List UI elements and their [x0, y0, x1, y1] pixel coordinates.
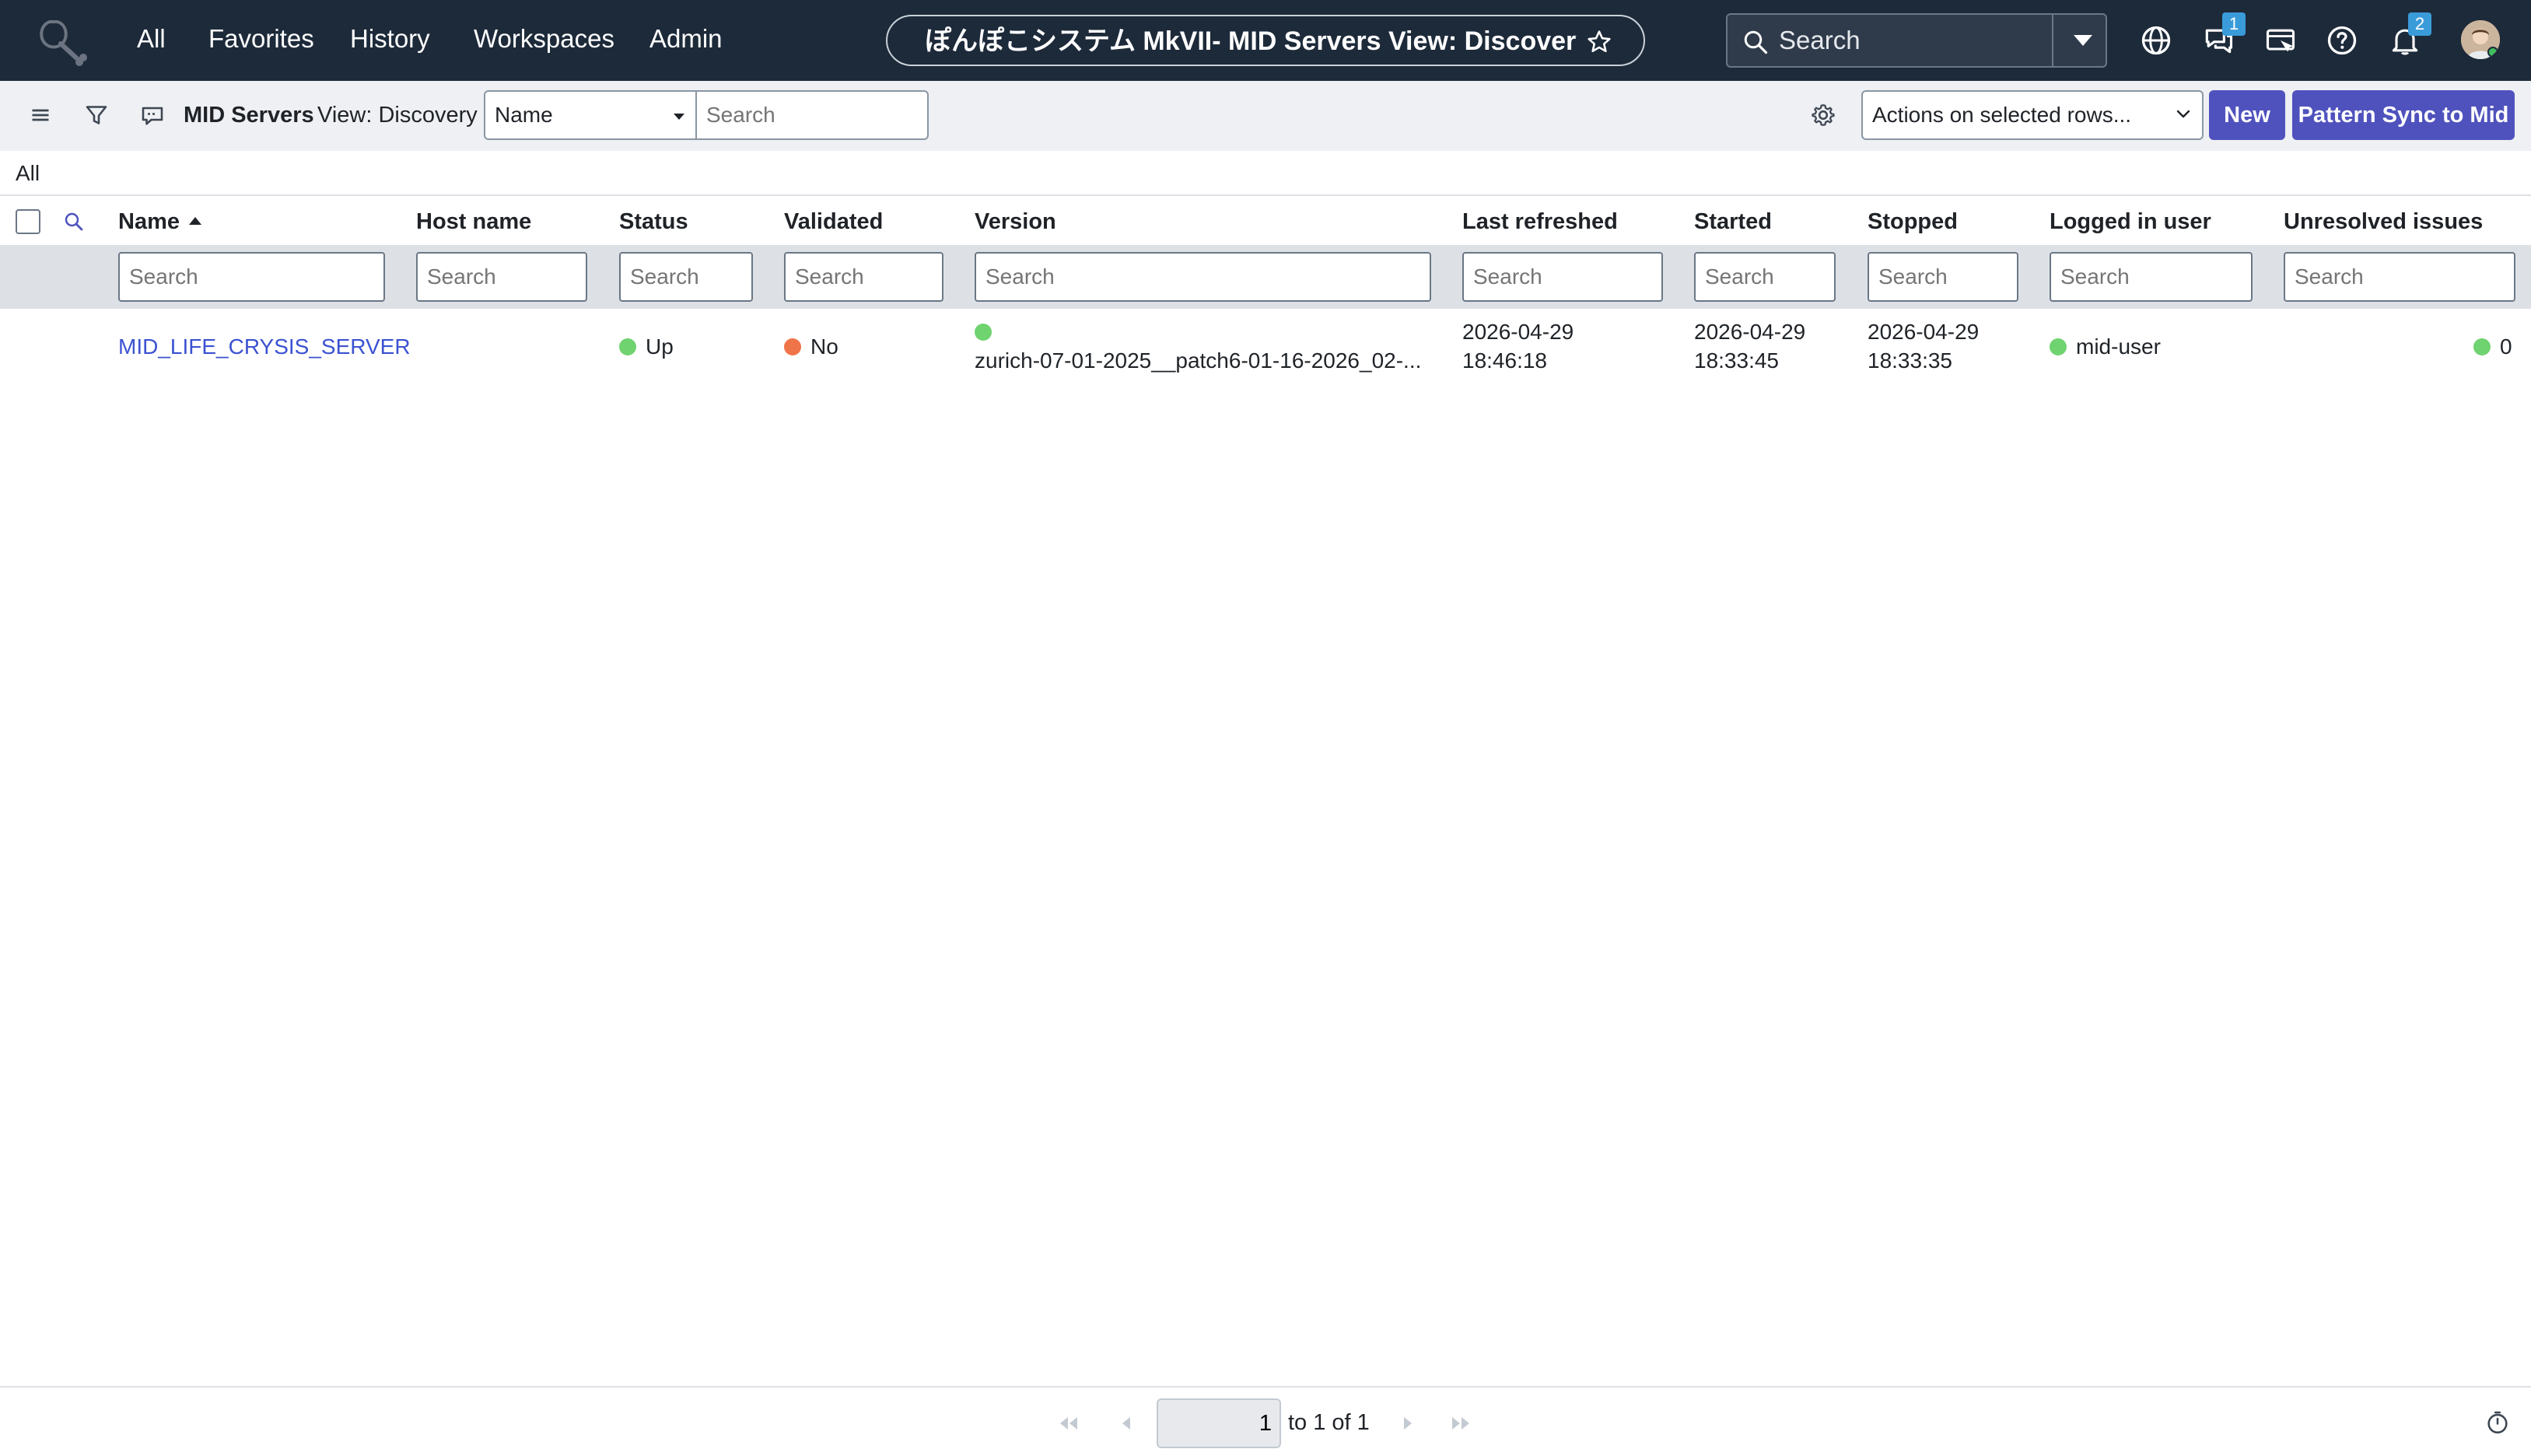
filter-last-refreshed-input[interactable]: [1462, 252, 1663, 302]
search-scope-dropdown-icon[interactable]: [2072, 32, 2094, 49]
cell-validated: No: [784, 332, 838, 361]
actions-on-selected-rows-select[interactable]: Actions on selected rows...: [1861, 90, 2204, 140]
comment-icon[interactable]: [138, 101, 166, 129]
column-header-host-name[interactable]: Host name: [416, 208, 531, 235]
select-all-checkbox[interactable]: [16, 209, 40, 234]
gear-icon[interactable]: [1809, 101, 1837, 129]
page-number-input[interactable]: [1157, 1398, 1281, 1448]
cell-version: zurich-07-01-2025__patch6-01-16-2026_02-…: [975, 317, 1437, 375]
column-header-validated[interactable]: Validated: [784, 208, 883, 235]
filter-host-name-input[interactable]: [416, 252, 587, 302]
top-navigation-bar: All Favorites History Workspaces Admin ぽ…: [0, 0, 2531, 81]
column-header-logged-in-user[interactable]: Logged in user: [2050, 208, 2211, 235]
user-avatar[interactable]: [2461, 20, 2500, 59]
list-toolbar: MID Servers View: Discovery Name Actions…: [0, 81, 2531, 151]
column-header-version[interactable]: Version: [975, 208, 1056, 235]
cell-last-refreshed: 2026-04-29 18:46:18: [1462, 317, 1574, 375]
validated-no-indicator: [784, 338, 801, 355]
cell-stopped: 2026-04-29 18:33:35: [1868, 317, 1979, 375]
first-page-icon[interactable]: [1057, 1414, 1080, 1433]
nav-favorites[interactable]: Favorites: [208, 23, 314, 54]
filter-name-input[interactable]: [118, 252, 385, 302]
last-refreshed-time: 18:46:18: [1462, 348, 1547, 373]
cell-name-link[interactable]: MID_LIFE_CRYSIS_SERVER: [118, 332, 411, 361]
cell-logged-in-user-label: mid-user: [2076, 334, 2161, 359]
favorite-star-icon[interactable]: [1586, 29, 1612, 55]
column-header-name-label: Name: [118, 209, 180, 234]
last-page-icon[interactable]: [1449, 1414, 1472, 1433]
nav-history[interactable]: History: [350, 23, 430, 54]
column-header-name[interactable]: Name: [118, 208, 201, 235]
global-search[interactable]: [1726, 13, 2214, 68]
cell-logged-in-user: mid-user: [2050, 332, 2161, 361]
pattern-sync-to-mid-button[interactable]: Pattern Sync to Mid: [2292, 90, 2515, 140]
status-up-indicator: [619, 338, 636, 355]
new-button[interactable]: New: [2209, 90, 2285, 140]
notification-badge: 2: [2408, 12, 2431, 36]
cell-version-label: zurich-07-01-2025__patch6-01-16-2026_02-…: [975, 348, 1422, 373]
search-divider: [2052, 15, 2053, 66]
started-time: 18:33:45: [1694, 348, 1779, 373]
screen-icon[interactable]: [2263, 23, 2298, 58]
filter-validated-input[interactable]: [784, 252, 943, 302]
online-status-dot: [2487, 47, 2498, 58]
pagination-footer: to 1 of 1: [0, 1386, 2531, 1456]
column-search-toggle-icon[interactable]: [62, 210, 86, 233]
chevron-down-icon: [2176, 110, 2190, 118]
last-refreshed-date: 2026-04-29: [1462, 320, 1574, 344]
caret-down-icon: [674, 114, 684, 120]
stopped-date: 2026-04-29: [1868, 320, 1980, 344]
chat-badge: 1: [2222, 12, 2246, 36]
actions-select-value: Actions on selected rows...: [1872, 103, 2132, 127]
cell-status: Up: [619, 332, 674, 361]
column-header-stopped[interactable]: Stopped: [1868, 208, 1958, 235]
page-title: ぽんぽこシステム MkVII- MID Servers View: Discov…: [925, 26, 1577, 56]
column-header-started[interactable]: Started: [1694, 208, 1772, 235]
column-header-status[interactable]: Status: [619, 208, 688, 235]
nav-admin[interactable]: Admin: [649, 23, 723, 54]
previous-page-icon[interactable]: [1115, 1414, 1139, 1433]
issues-indicator: [2473, 338, 2491, 355]
version-current-indicator: [975, 324, 992, 341]
cell-validated-label: No: [810, 334, 838, 359]
view-label[interactable]: View: Discovery: [317, 101, 478, 129]
context-title-pill[interactable]: ぽんぽこシステム MkVII- MID Servers View: Discov…: [886, 15, 1645, 66]
search-field-select[interactable]: Name: [484, 90, 697, 140]
next-page-icon[interactable]: [1395, 1414, 1419, 1433]
filter-stopped-input[interactable]: [1868, 252, 2018, 302]
filter-version-input[interactable]: [975, 252, 1431, 302]
stopped-time: 18:33:35: [1868, 348, 1952, 373]
filter-unresolved-issues-input[interactable]: [2284, 252, 2515, 302]
sort-ascending-icon: [189, 217, 201, 225]
column-header-unresolved-issues[interactable]: Unresolved issues: [2284, 208, 2483, 235]
nav-all[interactable]: All: [137, 23, 166, 54]
cell-status-label: Up: [646, 334, 674, 359]
globe-icon[interactable]: [2139, 23, 2173, 58]
filter-started-input[interactable]: [1694, 252, 1836, 302]
hamburger-menu-icon[interactable]: [26, 101, 54, 129]
logged-in-indicator: [2050, 338, 2067, 355]
filter-status-input[interactable]: [619, 252, 753, 302]
breadcrumb: All: [0, 151, 2531, 196]
filter-icon[interactable]: [82, 101, 110, 129]
breadcrumb-all[interactable]: All: [16, 160, 40, 187]
cell-unresolved-issues-label: 0: [2500, 334, 2512, 359]
list-search-input[interactable]: [695, 90, 929, 140]
filter-logged-in-user-input[interactable]: [2050, 252, 2253, 302]
nav-workspaces[interactable]: Workspaces: [474, 23, 614, 54]
list-title: MID Servers: [184, 103, 314, 128]
help-icon[interactable]: [2325, 23, 2359, 58]
stopwatch-icon[interactable]: [2484, 1409, 2511, 1436]
started-date: 2026-04-29: [1694, 320, 1806, 344]
search-field-value: Name: [495, 103, 553, 127]
page-range-text: to 1 of 1: [1288, 1410, 1370, 1435]
logo-icon[interactable]: [34, 14, 90, 67]
column-header-last-refreshed[interactable]: Last refreshed: [1462, 208, 1618, 235]
cell-unresolved-issues: 0: [2473, 332, 2512, 361]
search-icon: [1744, 30, 1768, 54]
version-indicator-line: [975, 317, 1437, 346]
cell-started: 2026-04-29 18:33:45: [1694, 317, 1805, 375]
